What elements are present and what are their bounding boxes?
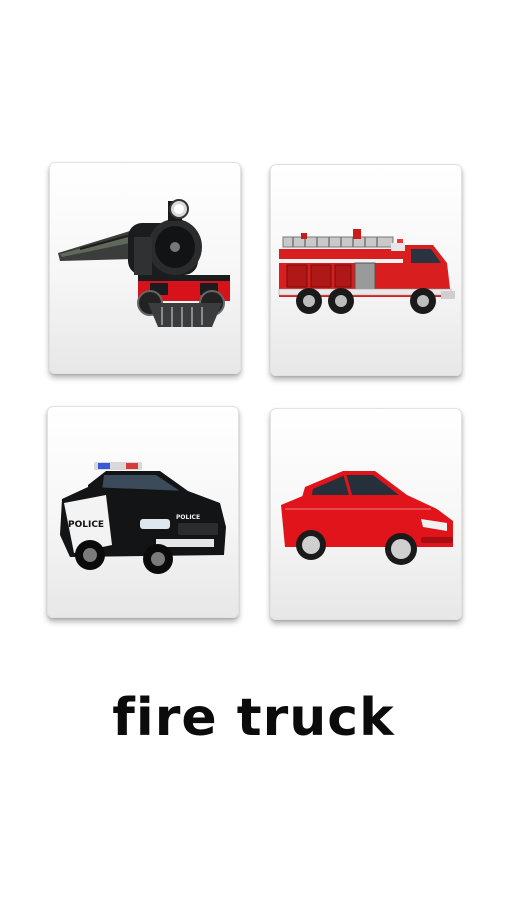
prompt-word: fire truck xyxy=(112,688,395,748)
steam-train-icon xyxy=(58,199,230,327)
red-car-icon xyxy=(281,471,453,565)
police-door-text: POLICE xyxy=(68,520,104,530)
police-hood-text: POLICE xyxy=(176,514,200,521)
police-car-icon: POLICE POLICE xyxy=(60,462,226,574)
train-card[interactable] xyxy=(49,162,241,374)
red-car-card[interactable] xyxy=(270,408,462,620)
fire-truck-icon xyxy=(278,229,455,314)
fire-truck-card[interactable] xyxy=(270,164,462,376)
police-car-card[interactable]: POLICE POLICE xyxy=(47,406,239,618)
